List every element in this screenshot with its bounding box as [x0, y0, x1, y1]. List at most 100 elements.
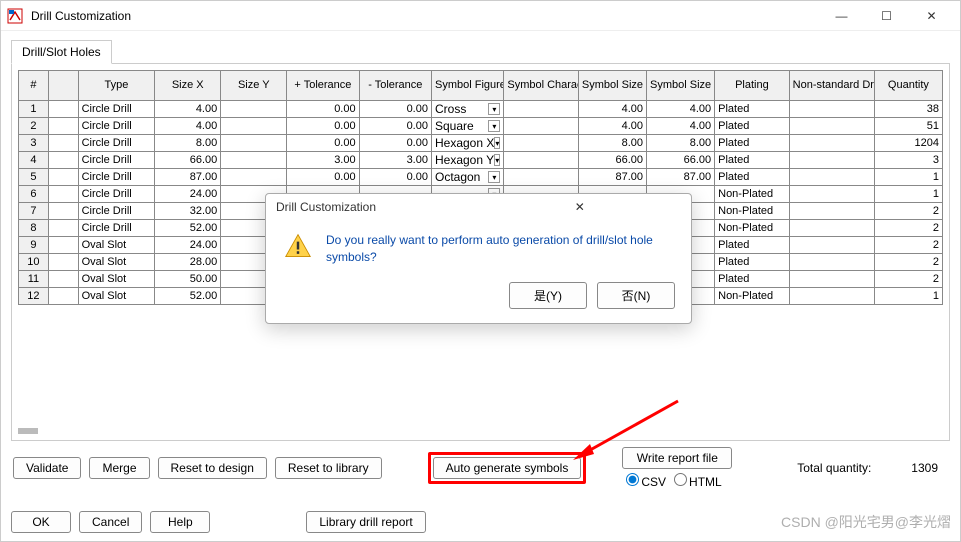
column-header[interactable]: Plating: [715, 71, 790, 101]
table-cell[interactable]: 3: [874, 152, 942, 169]
table-cell[interactable]: Square▾: [431, 118, 503, 135]
table-cell[interactable]: 8.00: [155, 135, 221, 152]
table-cell[interactable]: 66.00: [647, 152, 715, 169]
table-cell[interactable]: [48, 101, 78, 118]
table-cell[interactable]: [48, 118, 78, 135]
table-cell[interactable]: 2: [874, 203, 942, 220]
table-cell[interactable]: Plated: [715, 237, 790, 254]
table-cell[interactable]: 38: [874, 101, 942, 118]
table-cell[interactable]: [789, 152, 874, 169]
format-csv-radio[interactable]: CSV: [622, 473, 666, 489]
table-cell[interactable]: 0.00: [359, 101, 431, 118]
table-cell[interactable]: 2: [19, 118, 49, 135]
table-cell[interactable]: 8.00: [578, 135, 646, 152]
help-button[interactable]: Help: [150, 511, 210, 533]
column-header[interactable]: Quantity: [874, 71, 942, 101]
column-header[interactable]: [48, 71, 78, 101]
table-row[interactable]: 3Circle Drill8.000.000.00Hexagon X▾8.008…: [19, 135, 943, 152]
merge-button[interactable]: Merge: [89, 457, 149, 479]
table-cell[interactable]: Circle Drill: [78, 220, 155, 237]
table-cell[interactable]: 8.00: [647, 135, 715, 152]
table-cell[interactable]: 1: [874, 169, 942, 186]
table-cell[interactable]: 66.00: [155, 152, 221, 169]
table-cell[interactable]: Circle Drill: [78, 152, 155, 169]
table-cell[interactable]: Circle Drill: [78, 169, 155, 186]
table-cell[interactable]: 8: [19, 220, 49, 237]
minimize-button[interactable]: —: [819, 2, 864, 30]
format-html-radio[interactable]: HTML: [670, 473, 722, 489]
table-cell[interactable]: 2: [874, 220, 942, 237]
table-cell[interactable]: [48, 169, 78, 186]
table-cell[interactable]: 4.00: [647, 118, 715, 135]
table-cell[interactable]: [48, 288, 78, 305]
table-cell[interactable]: Cross▾: [431, 101, 503, 118]
table-cell[interactable]: Plated: [715, 152, 790, 169]
table-row[interactable]: 1Circle Drill4.000.000.00Cross▾4.004.00P…: [19, 101, 943, 118]
dialog-close-button[interactable]: ✕: [479, 200, 682, 214]
table-row[interactable]: 2Circle Drill4.000.000.00Square▾4.004.00…: [19, 118, 943, 135]
dropdown-icon[interactable]: ▾: [488, 171, 500, 183]
table-cell[interactable]: 4.00: [578, 118, 646, 135]
table-cell[interactable]: 4.00: [155, 101, 221, 118]
library-drill-report-button[interactable]: Library drill report: [306, 511, 425, 533]
table-cell[interactable]: [221, 135, 287, 152]
table-cell[interactable]: [789, 220, 874, 237]
table-cell[interactable]: 66.00: [578, 152, 646, 169]
table-cell[interactable]: [504, 101, 579, 118]
table-cell[interactable]: 24.00: [155, 186, 221, 203]
table-cell[interactable]: 11: [19, 271, 49, 288]
column-header[interactable]: Symbol Characters: [504, 71, 579, 101]
table-row[interactable]: 4Circle Drill66.003.003.00Hexagon Y▾66.0…: [19, 152, 943, 169]
table-cell[interactable]: [789, 203, 874, 220]
table-cell[interactable]: 10: [19, 254, 49, 271]
table-cell[interactable]: Plated: [715, 254, 790, 271]
column-header[interactable]: Size Y: [221, 71, 287, 101]
reset-to-design-button[interactable]: Reset to design: [158, 457, 267, 479]
table-cell[interactable]: [504, 152, 579, 169]
table-cell[interactable]: 2: [874, 271, 942, 288]
table-cell[interactable]: 4.00: [578, 101, 646, 118]
table-cell[interactable]: [789, 186, 874, 203]
column-header[interactable]: Symbol Figure: [431, 71, 503, 101]
table-cell[interactable]: [789, 135, 874, 152]
table-cell[interactable]: 1204: [874, 135, 942, 152]
table-cell[interactable]: [221, 152, 287, 169]
table-cell[interactable]: [221, 101, 287, 118]
table-cell[interactable]: [48, 135, 78, 152]
resize-handle[interactable]: [18, 428, 38, 434]
table-cell[interactable]: Non-Plated: [715, 186, 790, 203]
table-cell[interactable]: [789, 101, 874, 118]
column-header[interactable]: Symbol Size Y: [647, 71, 715, 101]
table-cell[interactable]: Plated: [715, 169, 790, 186]
column-header[interactable]: Type: [78, 71, 155, 101]
table-cell[interactable]: Circle Drill: [78, 186, 155, 203]
ok-button[interactable]: OK: [11, 511, 71, 533]
table-cell[interactable]: [48, 152, 78, 169]
table-cell[interactable]: Plated: [715, 101, 790, 118]
cancel-button[interactable]: Cancel: [79, 511, 142, 533]
reset-to-library-button[interactable]: Reset to library: [275, 457, 382, 479]
table-cell[interactable]: [48, 203, 78, 220]
table-cell[interactable]: Plated: [715, 271, 790, 288]
table-cell[interactable]: 87.00: [578, 169, 646, 186]
table-cell[interactable]: 0.00: [287, 118, 359, 135]
validate-button[interactable]: Validate: [13, 457, 81, 479]
table-cell[interactable]: [48, 271, 78, 288]
table-cell[interactable]: [221, 169, 287, 186]
table-cell[interactable]: [221, 118, 287, 135]
table-cell[interactable]: 51: [874, 118, 942, 135]
table-cell[interactable]: [789, 254, 874, 271]
table-cell[interactable]: Oval Slot: [78, 271, 155, 288]
dialog-yes-button[interactable]: 是(Y): [509, 282, 587, 309]
table-cell[interactable]: 1: [874, 186, 942, 203]
table-cell[interactable]: 0.00: [359, 135, 431, 152]
table-cell[interactable]: [504, 118, 579, 135]
table-cell[interactable]: 52.00: [155, 288, 221, 305]
table-cell[interactable]: 12: [19, 288, 49, 305]
table-cell[interactable]: 0.00: [287, 135, 359, 152]
table-cell[interactable]: 1: [19, 101, 49, 118]
table-cell[interactable]: 3.00: [359, 152, 431, 169]
table-cell[interactable]: 3.00: [287, 152, 359, 169]
table-cell[interactable]: 50.00: [155, 271, 221, 288]
table-cell[interactable]: 28.00: [155, 254, 221, 271]
